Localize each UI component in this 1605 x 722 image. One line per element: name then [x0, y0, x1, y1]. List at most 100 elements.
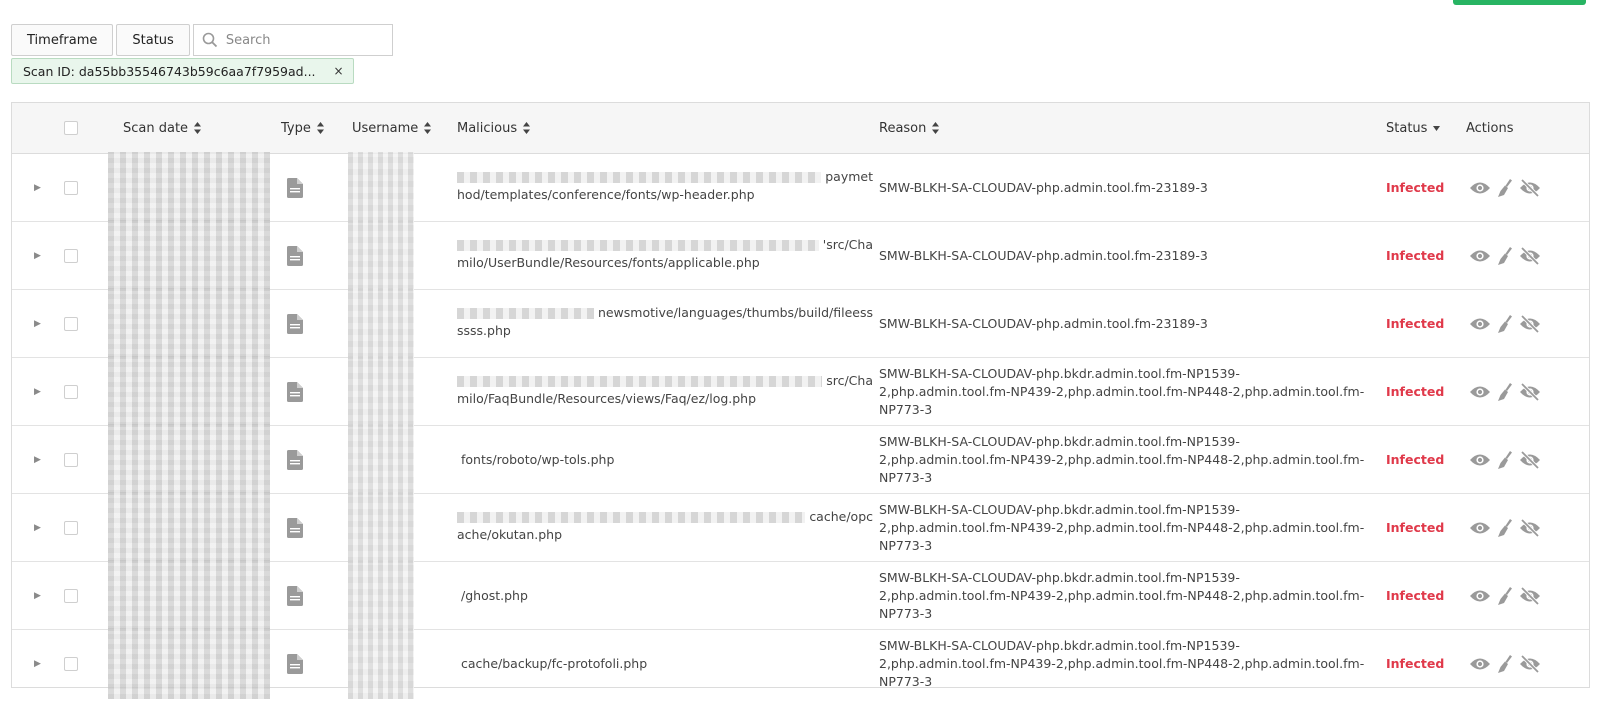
username-redacted [348, 288, 414, 359]
path-line2: ssss.php [457, 323, 511, 338]
eye-icon[interactable] [1469, 181, 1491, 195]
expand-arrow-icon[interactable]: ▶ [34, 358, 41, 425]
expand-arrow-icon[interactable]: ▶ [34, 154, 41, 221]
path-redacted [457, 375, 823, 387]
scan-date-redacted [108, 424, 270, 495]
row-checkbox[interactable] [64, 290, 78, 357]
row-checkbox[interactable] [64, 358, 78, 425]
status-badge: Infected [1386, 248, 1445, 263]
eye-off-icon[interactable] [1519, 314, 1541, 333]
table-row[interactable]: ▶ src/Cha milo/FaqBundle/Resources/views… [12, 356, 1589, 427]
eye-icon[interactable] [1469, 589, 1491, 603]
col-malicious[interactable]: Malicious [457, 103, 531, 153]
expand-arrow-icon[interactable]: ▶ [34, 562, 41, 629]
chip-label: Scan ID: da55bb35546743b59c6aa7f7959ad..… [23, 63, 316, 79]
expand-arrow-icon[interactable]: ▶ [34, 222, 41, 289]
username-redacted [348, 152, 414, 223]
status-filter-button[interactable]: Status [116, 24, 190, 56]
broom-icon[interactable] [1497, 654, 1513, 673]
eye-off-icon[interactable] [1519, 178, 1541, 197]
expand-arrow-icon[interactable]: ▶ [34, 630, 41, 697]
broom-icon[interactable] [1497, 450, 1513, 469]
reason-text: SMW-BLKH-SA-CLOUDAV-php.admin.tool.fm-23… [879, 179, 1208, 195]
col-actions: Actions [1466, 103, 1514, 153]
row-checkbox[interactable] [64, 562, 78, 629]
broom-icon[interactable] [1497, 382, 1513, 401]
col-username[interactable]: Username [352, 103, 432, 153]
username-redacted [348, 356, 414, 427]
col-type[interactable]: Type [281, 103, 324, 153]
status-badge: Infected [1386, 316, 1445, 331]
col-reason[interactable]: Reason [879, 103, 940, 153]
status-badge: Infected [1386, 656, 1445, 671]
sort-icon [316, 122, 324, 134]
broom-icon[interactable] [1497, 178, 1513, 197]
row-checkbox[interactable] [64, 494, 78, 561]
sort-desc-icon [1433, 125, 1441, 131]
status-badge: Infected [1386, 384, 1445, 399]
table-row[interactable]: ▶ cache/opc ache/okutan.php SMW-BLKH-SA-… [12, 492, 1589, 563]
path-redacted [457, 307, 594, 319]
eye-icon[interactable] [1469, 521, 1491, 535]
eye-off-icon[interactable] [1519, 518, 1541, 537]
search-input[interactable] [223, 31, 378, 49]
row-checkbox[interactable] [64, 630, 78, 697]
table-row[interactable]: ▶ /ghost.php SMW-BLKH-SA-CLOUDAV-php.bkd… [12, 560, 1589, 631]
sort-icon [523, 122, 531, 134]
file-icon [287, 222, 303, 289]
timeframe-button[interactable]: Timeframe [11, 24, 114, 56]
scan-date-redacted [108, 560, 270, 631]
col-scan-date[interactable]: Scan date [123, 103, 202, 153]
row-actions [1469, 154, 1541, 221]
eye-off-icon[interactable] [1519, 654, 1541, 673]
row-checkbox[interactable] [64, 426, 78, 493]
broom-icon[interactable] [1497, 586, 1513, 605]
table-row[interactable]: ▶ 'src/Cha milo/UserBundle/Resources/fon… [12, 220, 1589, 291]
eye-icon[interactable] [1469, 317, 1491, 331]
row-actions [1469, 358, 1541, 425]
expand-arrow-icon[interactable]: ▶ [34, 290, 41, 357]
scan-date-redacted [108, 492, 270, 563]
eye-off-icon[interactable] [1519, 382, 1541, 401]
malicious-path: src/Cha milo/FaqBundle/Resources/views/F… [457, 358, 873, 425]
table-row[interactable]: ▶ paymet hod/templates/conference/fonts/… [12, 152, 1589, 223]
scan-date-redacted [108, 356, 270, 427]
top-green-button[interactable] [1453, 0, 1586, 5]
broom-icon[interactable] [1497, 518, 1513, 537]
path-line2: milo/UserBundle/Resources/fonts/applicab… [457, 255, 760, 270]
eye-icon[interactable] [1469, 249, 1491, 263]
select-all-checkbox[interactable] [64, 103, 78, 153]
chip-remove-icon[interactable]: × [334, 64, 344, 78]
table-row[interactable]: ▶ fonts/roboto/wp-tols.php SMW-BLKH-SA-C… [12, 424, 1589, 495]
table-row[interactable]: ▶ newsmotive/languages/thumbs/build/file… [12, 288, 1589, 359]
malicious-path: fonts/roboto/wp-tols.php [457, 426, 873, 493]
sort-icon [932, 122, 940, 134]
eye-icon[interactable] [1469, 385, 1491, 399]
eye-off-icon[interactable] [1519, 246, 1541, 265]
status-badge: Infected [1386, 180, 1445, 195]
eye-off-icon[interactable] [1519, 586, 1541, 605]
scan-date-redacted [108, 628, 270, 699]
row-checkbox[interactable] [64, 222, 78, 289]
scan-date-redacted [108, 220, 270, 291]
col-label: Type [281, 120, 311, 136]
eye-icon[interactable] [1469, 453, 1491, 467]
sort-icon [194, 122, 202, 134]
reason-text: SMW-BLKH-SA-CLOUDAV-php.admin.tool.fm-23… [879, 315, 1208, 331]
search-icon [202, 32, 217, 48]
broom-icon[interactable] [1497, 246, 1513, 265]
expand-arrow-icon[interactable]: ▶ [34, 426, 41, 493]
path-line2: milo/FaqBundle/Resources/views/Faq/ez/lo… [457, 391, 757, 406]
eye-off-icon[interactable] [1519, 450, 1541, 469]
malicious-path: paymet hod/templates/conference/fonts/wp… [457, 154, 873, 221]
expand-arrow-icon[interactable]: ▶ [34, 494, 41, 561]
table-row[interactable]: ▶ cache/backup/fc-protofoli.php SMW-BLKH… [12, 628, 1589, 699]
col-status[interactable]: Status [1386, 103, 1441, 153]
table-body: ▶ paymet hod/templates/conference/fonts/… [12, 152, 1589, 699]
broom-icon[interactable] [1497, 314, 1513, 333]
row-checkbox[interactable] [64, 154, 78, 221]
search-box[interactable] [192, 24, 393, 56]
malicious-path: cache/opc ache/okutan.php [457, 494, 873, 561]
eye-icon[interactable] [1469, 657, 1491, 671]
username-redacted [348, 220, 414, 291]
